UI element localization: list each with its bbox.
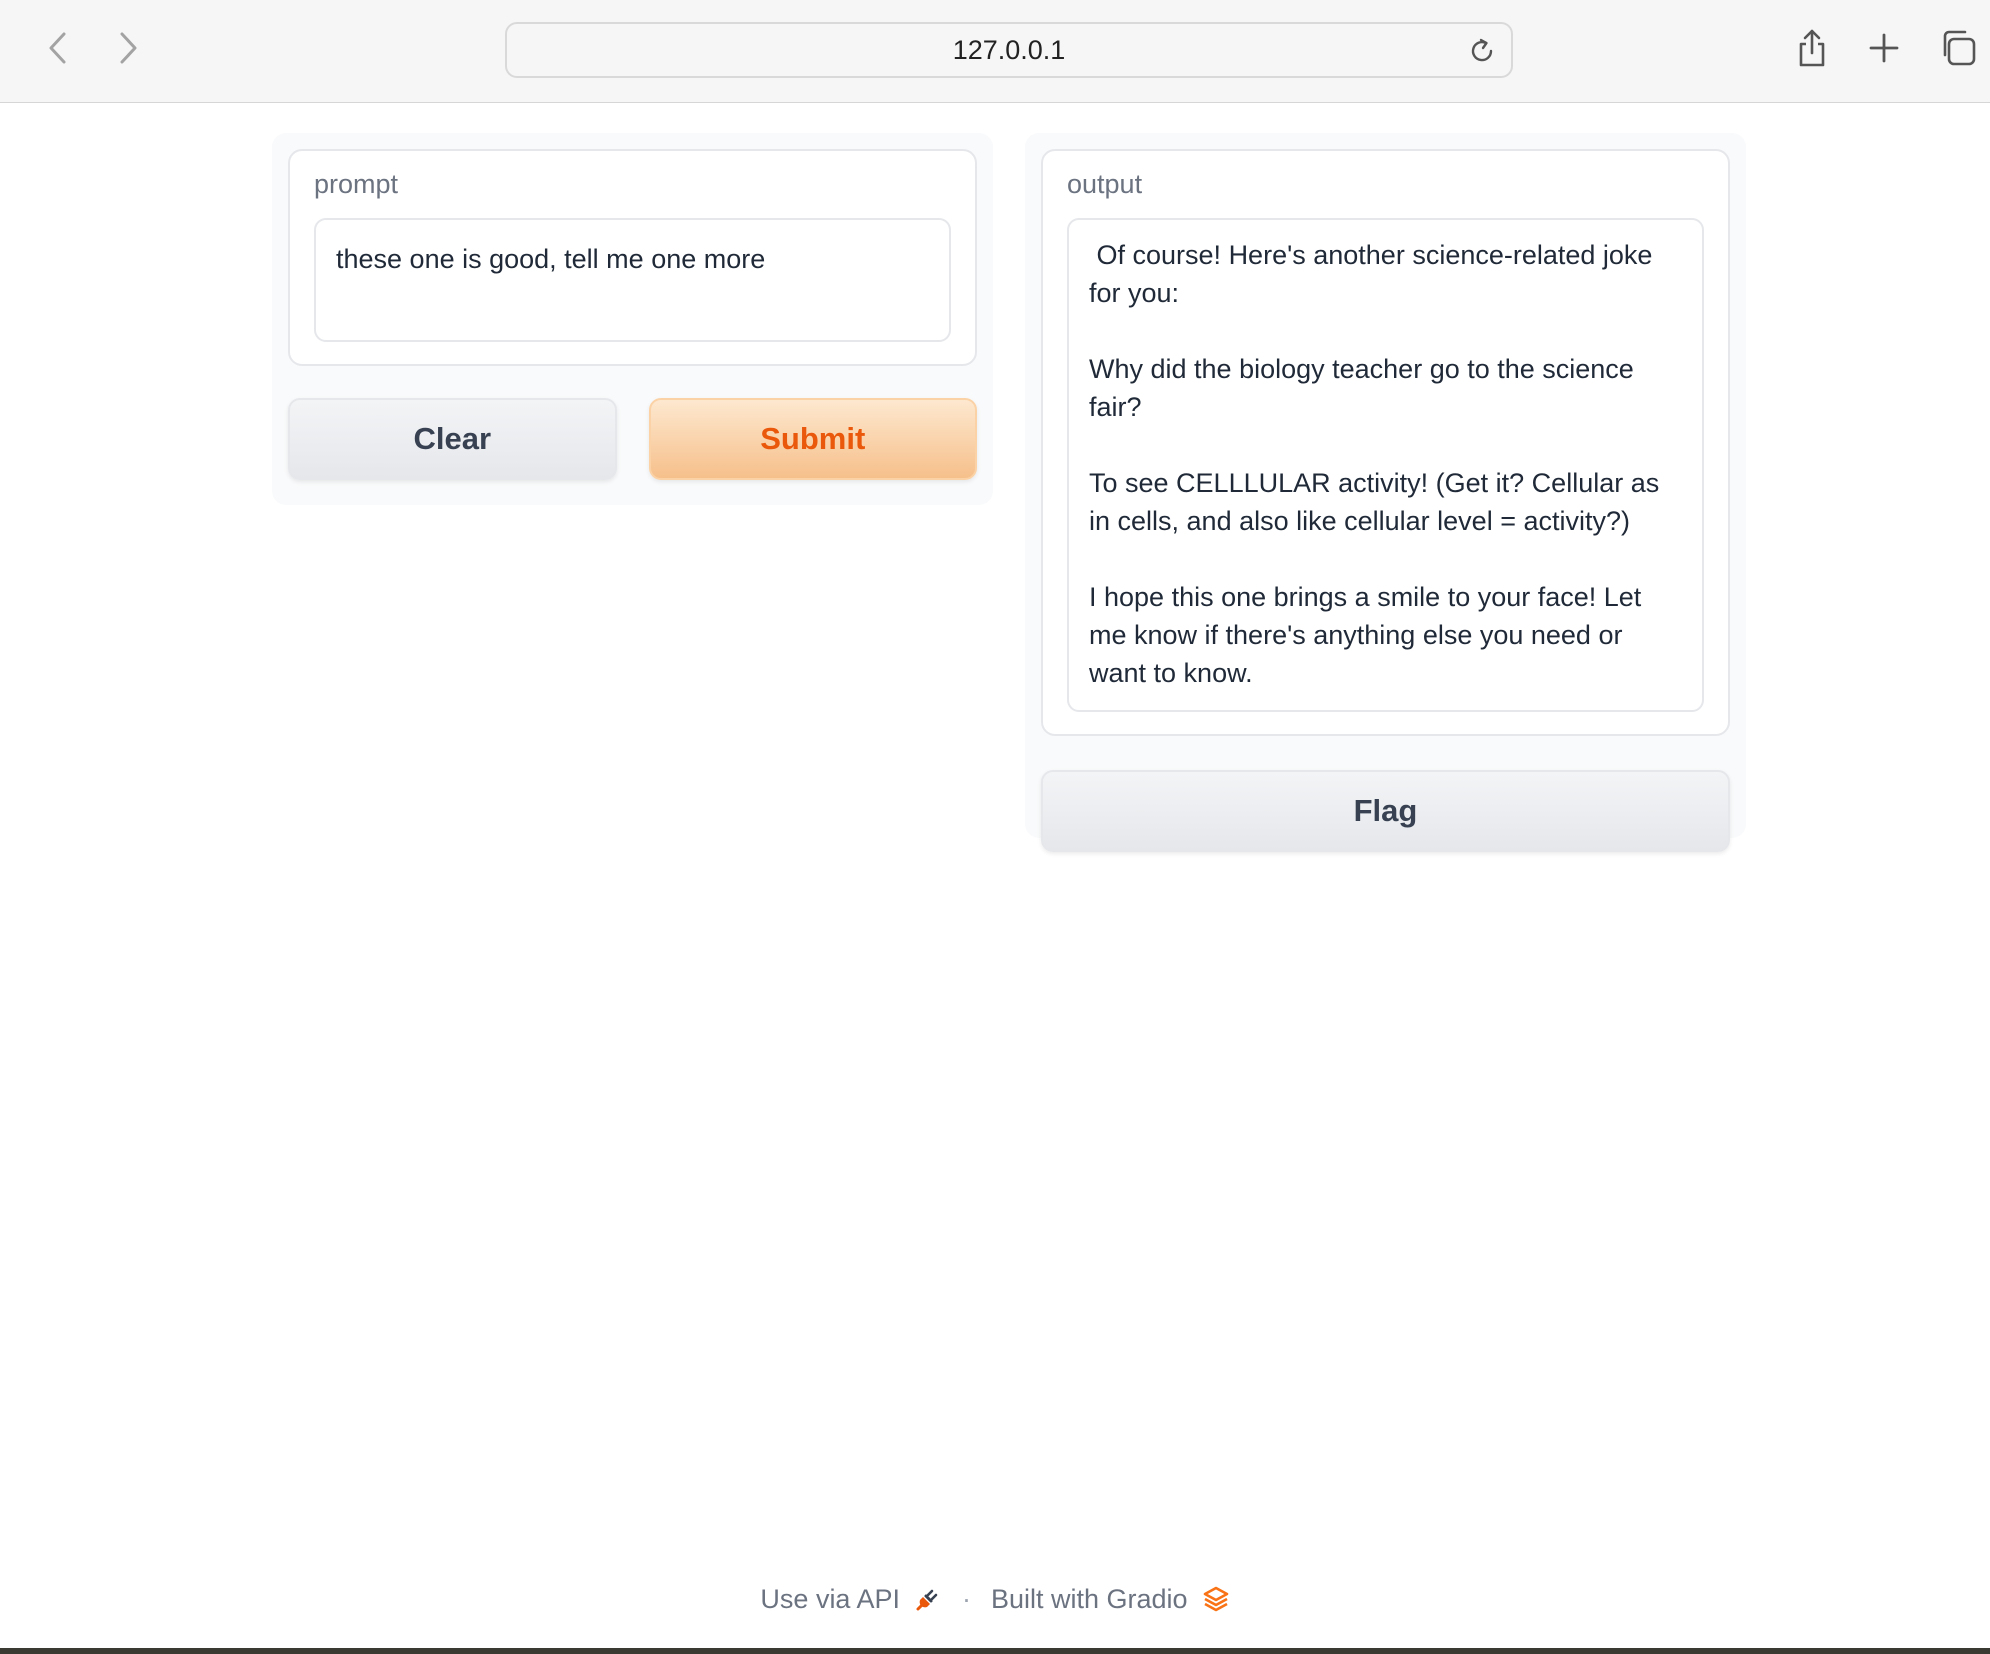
output-block: output Of course! Here's another science… xyxy=(1041,149,1730,736)
prompt-label: prompt xyxy=(314,169,399,199)
tabs-overview-button[interactable] xyxy=(1936,26,1980,70)
flag-button[interactable]: Flag xyxy=(1041,770,1730,852)
output-textbox[interactable]: Of course! Here's another science-relate… xyxy=(1067,218,1704,712)
chevron-left-icon xyxy=(49,32,66,64)
address-bar[interactable]: 127.0.0.1 xyxy=(505,22,1513,78)
new-tab-button[interactable] xyxy=(1862,26,1906,70)
built-with-gradio-link[interactable]: Built with Gradio xyxy=(991,1584,1230,1615)
prompt-input[interactable]: these one is good, tell me one more xyxy=(314,218,951,342)
gradio-logo-icon xyxy=(1203,1586,1228,1612)
forward-button[interactable] xyxy=(108,28,148,68)
chevron-right-icon xyxy=(120,32,137,64)
url-text: 127.0.0.1 xyxy=(952,34,1066,65)
window-bottom-edge xyxy=(0,1648,1990,1654)
built-with-gradio-label: Built with Gradio xyxy=(990,1583,1188,1614)
back-button[interactable] xyxy=(38,28,78,68)
reload-icon[interactable] xyxy=(1467,36,1497,66)
tabs-overview-icon xyxy=(1943,30,1976,66)
plug-icon xyxy=(916,1589,938,1611)
output-label: output xyxy=(1067,169,1143,199)
footer-separator: · xyxy=(961,1583,971,1614)
prompt-block: prompt these one is good, tell me one mo… xyxy=(288,149,977,366)
share-icon xyxy=(1799,29,1825,67)
browser-toolbar: 127.0.0.1 xyxy=(0,0,1990,103)
use-via-api-label: Use via API xyxy=(760,1583,900,1614)
plus-icon xyxy=(1869,33,1899,63)
footer: Use via API · Built with Gradio xyxy=(0,1570,1990,1628)
input-column: prompt these one is good, tell me one mo… xyxy=(272,133,993,505)
action-buttons: Clear Submit xyxy=(288,398,977,480)
share-button[interactable] xyxy=(1790,26,1834,70)
use-via-api-link[interactable]: Use via API xyxy=(760,1584,942,1615)
clear-button[interactable]: Clear xyxy=(288,398,617,480)
output-column: output Of course! Here's another science… xyxy=(1025,133,1746,852)
submit-button[interactable]: Submit xyxy=(648,398,977,480)
